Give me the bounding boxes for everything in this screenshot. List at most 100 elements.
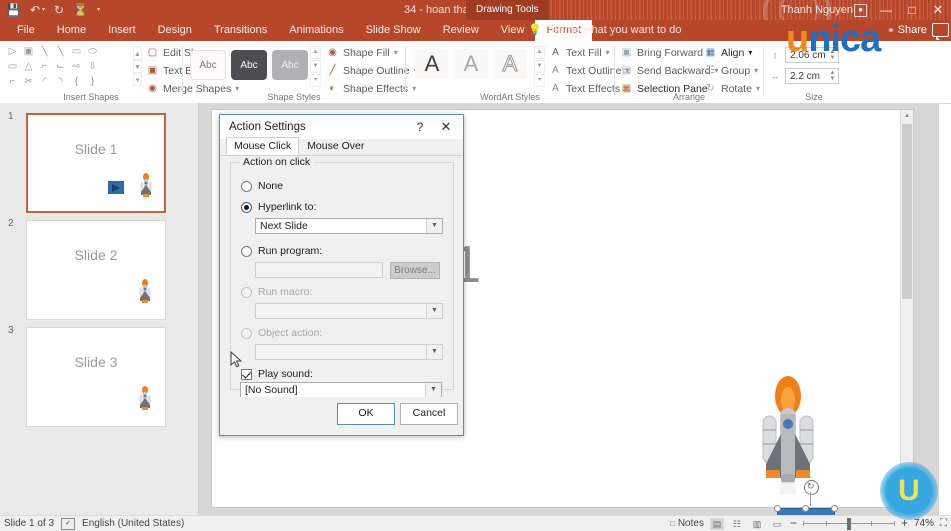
notes-button[interactable]: □ Notes	[670, 516, 704, 531]
cancel-button[interactable]: Cancel	[400, 403, 458, 425]
shape-rectangle-icon[interactable]: ▭	[69, 45, 84, 59]
tell-me-box[interactable]: 💡 Tell me what you want to do	[528, 20, 681, 41]
tab-review[interactable]: Review	[432, 20, 490, 41]
chevron-down-icon[interactable]: ▼	[426, 219, 442, 233]
shapes-scroll-down-icon[interactable]: ▼	[133, 60, 142, 73]
shape-right-arrow-icon[interactable]: ⇨	[69, 60, 84, 74]
run-program-input[interactable]	[255, 262, 383, 278]
comments-icon[interactable]	[932, 23, 949, 40]
shape-style-thumbnail-3[interactable]: Abc	[272, 50, 308, 80]
shape-oval-icon[interactable]: ⬭	[85, 45, 100, 59]
shape-elbow-icon[interactable]: ⌐	[37, 60, 52, 74]
radio-run-program[interactable]: Run program:	[241, 245, 322, 257]
zoom-out-button[interactable]: −	[790, 516, 797, 531]
chevron-down-icon[interactable]: ▾	[394, 48, 398, 57]
dialog-close-button[interactable]: ✕	[435, 115, 457, 139]
zoom-slider-knob[interactable]	[846, 517, 851, 530]
minimize-button[interactable]: —	[873, 0, 899, 20]
shape-action-button-icon[interactable]: ▷	[5, 45, 20, 59]
tab-insert[interactable]: Insert	[97, 20, 147, 41]
ok-button[interactable]: OK	[337, 403, 395, 425]
radio-hyperlink-indicator[interactable]	[241, 201, 252, 213]
checkbox-play-sound[interactable]: Play sound:	[241, 368, 313, 380]
chevron-down-icon[interactable]: ▾	[754, 66, 758, 75]
shapes-gallery[interactable]: ▷ ▣ ╲ ╲ ▭ ⬭ ▭ △ ⌐ ⌙ ⇨ ⇩ ⌐ ✂ ◜ ◝ {} ▲ ▼ …	[5, 44, 142, 90]
wordart-style-thumbnail-3[interactable]: A	[493, 49, 527, 79]
slide-sorter-view-button[interactable]: ☷	[730, 518, 744, 530]
scroll-up-icon[interactable]: ▲	[902, 110, 912, 123]
shape-line-icon[interactable]: ╲	[37, 45, 52, 59]
tab-design[interactable]: Design	[147, 20, 203, 41]
shape-fill-button[interactable]: ◉ Shape Fill ▾	[326, 45, 418, 60]
wordart-more-icon[interactable]: ▾	[534, 74, 545, 87]
user-account-icon[interactable]: ●	[854, 4, 867, 17]
shape-arc-icon[interactable]: ◜	[37, 75, 52, 89]
play-sound-checkbox[interactable]	[241, 368, 252, 380]
user-name[interactable]: Thanh Nguyen	[781, 0, 853, 20]
chevron-down-icon[interactable]: ▼	[425, 383, 441, 397]
slide-thumbnail-2[interactable]: Slide 2	[26, 220, 166, 320]
tab-slide-show[interactable]: Slide Show	[355, 20, 432, 41]
shape-right-brace-icon[interactable]: }	[85, 75, 100, 89]
wordart-scroll-up-icon[interactable]: ▲	[534, 46, 545, 59]
radio-run-program-indicator[interactable]	[241, 245, 252, 257]
tab-file[interactable]: File	[6, 20, 46, 41]
selection-handle-ne[interactable]	[831, 505, 838, 512]
tab-mouse-over[interactable]: Mouse Over	[299, 137, 372, 155]
shape-triangle-icon[interactable]: △	[21, 60, 36, 74]
shape-scribble-icon[interactable]: ✂	[21, 75, 36, 89]
shape-style-thumbnail-1[interactable]: Abc	[190, 50, 226, 80]
radio-hyperlink-to[interactable]: Hyperlink to:	[241, 201, 316, 213]
shapes-scroll-up-icon[interactable]: ▲	[133, 47, 142, 60]
chevron-down-icon[interactable]: ▾	[606, 48, 610, 57]
shape-down-arrow-icon[interactable]: ⇩	[85, 60, 100, 74]
radio-none[interactable]: None	[241, 180, 283, 192]
shape-outline-button[interactable]: ╱ Shape Outline ▾	[326, 63, 417, 78]
tab-home[interactable]: Home	[46, 20, 97, 41]
selection-handle-nw[interactable]	[774, 505, 781, 512]
shapes-gallery-scroll[interactable]: ▲ ▼ ▾	[133, 47, 142, 86]
width-stepper-icon[interactable]: ▲ ▼	[828, 70, 837, 83]
maximize-button[interactable]: □	[899, 0, 925, 20]
shape-styles-scroll-up-icon[interactable]: ▲	[310, 46, 321, 59]
slide-thumbnail-1[interactable]: Slide 1	[26, 113, 166, 213]
shape-styles-more-icon[interactable]: ▾	[310, 74, 321, 87]
shape-line-arrow-icon[interactable]: ╲	[53, 45, 68, 59]
slide-counter[interactable]: Slide 1 of 3	[4, 516, 54, 531]
shape-left-brace-icon[interactable]: {	[69, 75, 84, 89]
zoom-slider[interactable]	[802, 517, 895, 530]
selection-handle-n[interactable]	[802, 505, 809, 512]
shapes-more-icon[interactable]: ▾	[133, 73, 142, 86]
align-button[interactable]: ▦ Align ▾	[704, 45, 760, 60]
fit-to-window-icon[interactable]: ⛶	[940, 516, 947, 531]
group-button[interactable]: ☷ Group ▾	[704, 63, 760, 78]
shape-textbox-icon[interactable]: ▣	[21, 45, 36, 59]
normal-view-button[interactable]: ▤	[709, 517, 724, 530]
shape-elbow-arrow-icon[interactable]: ⌙	[53, 60, 68, 74]
scrollbar-thumb[interactable]	[902, 124, 912, 299]
shape-width-input[interactable]: 2.2 cm ▲ ▼	[785, 68, 839, 84]
radio-none-indicator[interactable]	[241, 180, 252, 192]
tab-transitions[interactable]: Transitions	[203, 20, 278, 41]
shape-flowchart-icon[interactable]: ⌐	[5, 75, 20, 89]
wordart-style-thumbnail-2[interactable]: A	[454, 49, 488, 79]
wordart-scroll-down-icon[interactable]: ▼	[534, 60, 545, 73]
slide-thumbnail-3[interactable]: Slide 3	[26, 327, 166, 427]
close-button[interactable]: ✕	[925, 0, 951, 20]
tab-animations[interactable]: Animations	[278, 20, 354, 41]
shape-styles-scroll-down-icon[interactable]: ▼	[310, 60, 321, 73]
reading-view-button[interactable]: ▥	[750, 518, 764, 530]
tab-mouse-click[interactable]: Mouse Click	[226, 137, 300, 155]
language-indicator[interactable]: English (United States)	[82, 516, 184, 531]
dialog-help-button[interactable]: ?	[411, 115, 429, 139]
spellcheck-icon[interactable]: ✓	[61, 517, 76, 530]
slide-thumbnail-pane[interactable]: 1 Slide 1 2 Slide 2 3 Slide 3	[0, 103, 199, 516]
wordart-style-thumbnail-1[interactable]: A	[415, 49, 449, 79]
shape-style-thumbnail-2[interactable]: Abc	[231, 50, 267, 80]
share-button[interactable]: ⚭ Share	[887, 20, 927, 41]
shape-curve-icon[interactable]: ◝	[53, 75, 68, 89]
sound-combo[interactable]: [No Sound] ▼	[240, 382, 442, 398]
chevron-down-icon[interactable]: ▾	[748, 48, 752, 57]
shape-rounded-rect-icon[interactable]: ▭	[5, 60, 20, 74]
browse-button[interactable]: Browse...	[390, 262, 440, 279]
